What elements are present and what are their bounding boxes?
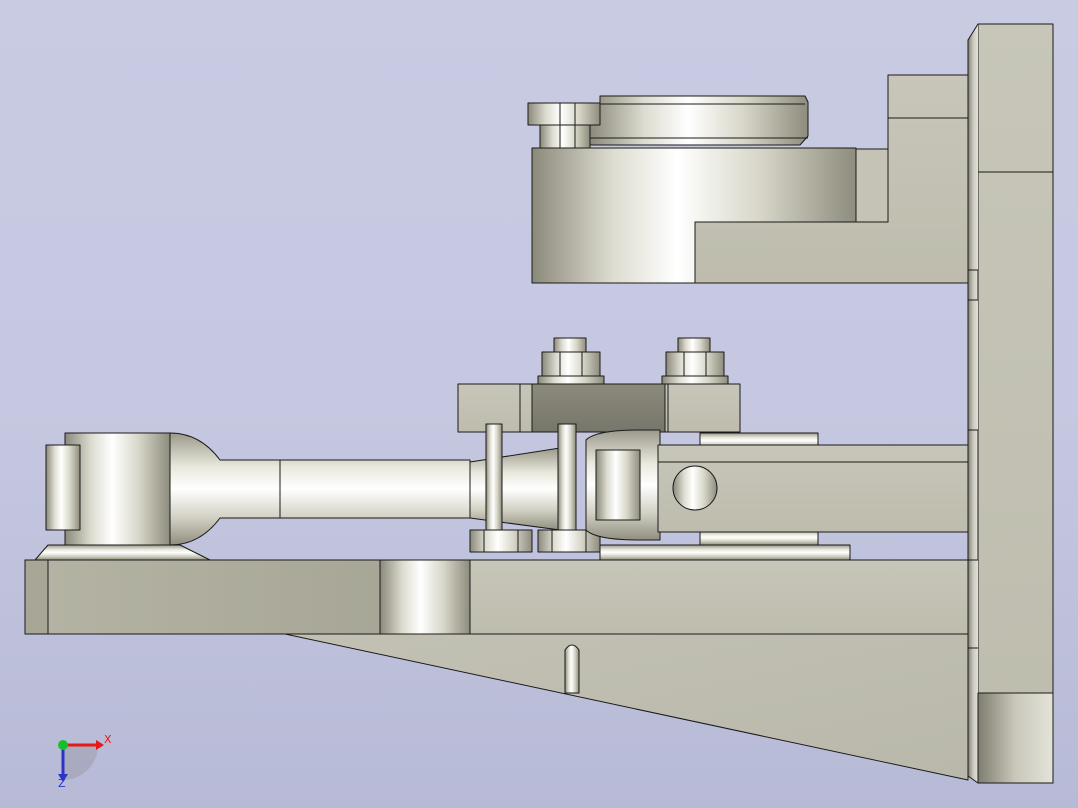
triad-shadow: [63, 745, 98, 780]
3d-viewport[interactable]: X Z: [0, 0, 1078, 808]
x-axis-label: X: [104, 733, 112, 746]
x-arrow-head: [96, 740, 104, 750]
orientation-triad: [58, 740, 104, 782]
z-axis-label: Z: [58, 777, 66, 790]
y-axis-dot: [58, 740, 68, 750]
